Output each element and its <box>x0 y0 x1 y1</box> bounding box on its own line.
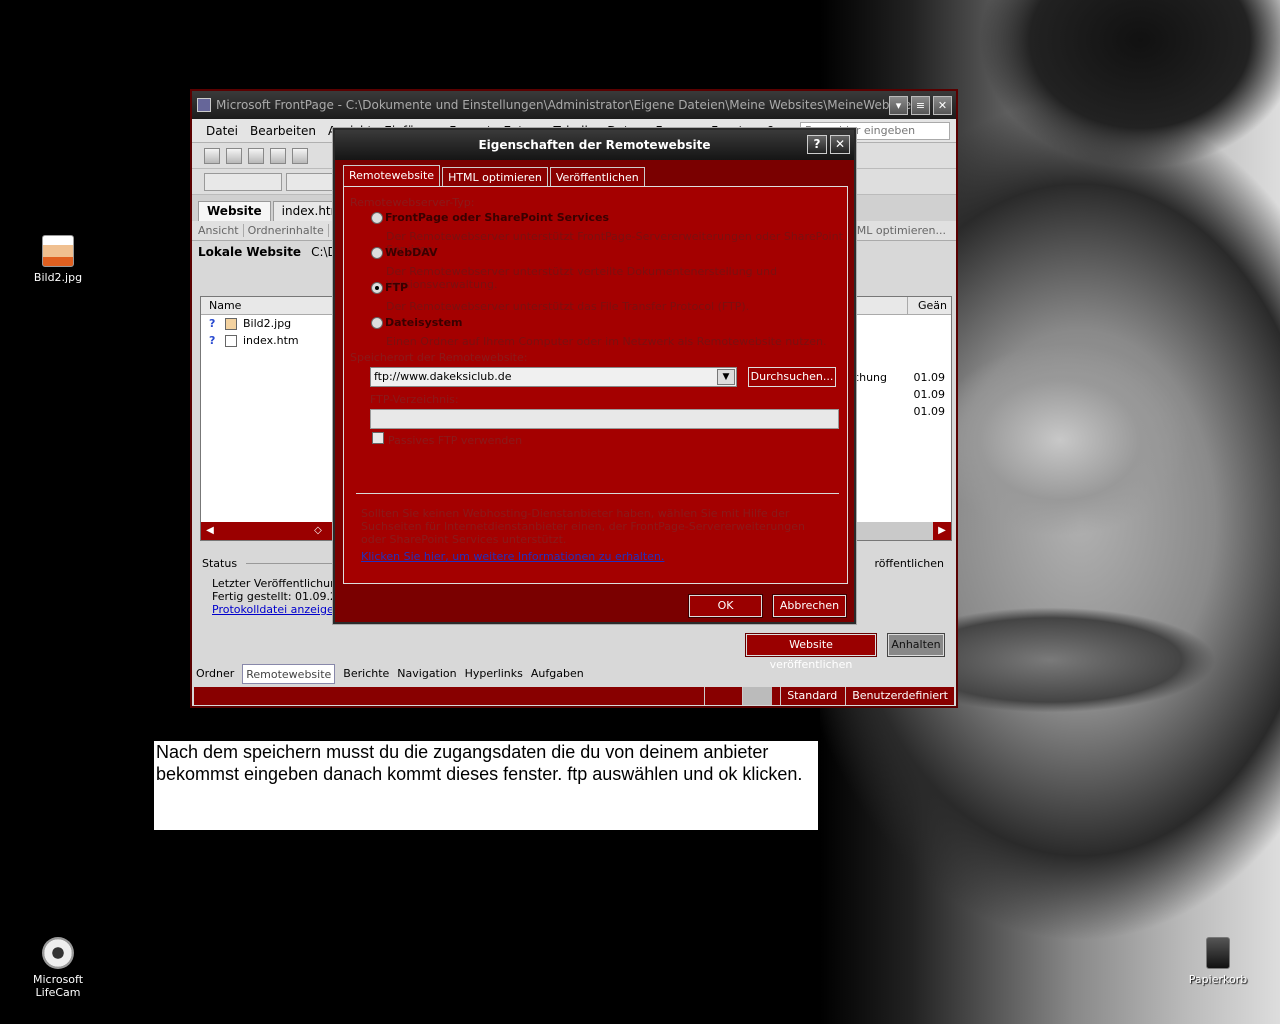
radio-filesystem[interactable] <box>371 317 383 329</box>
more-info-link[interactable]: Klicken Sie hier, um weitere Information… <box>361 550 664 563</box>
hosting-info-text: Sollten Sie keinen Webhosting-Dienstanbi… <box>361 507 805 546</box>
statusbar-indicator <box>742 687 773 705</box>
wallpaper-hair-image <box>940 0 1280 250</box>
tab-html-optimieren[interactable]: HTML optimieren <box>442 167 548 186</box>
image-file-icon <box>225 317 237 330</box>
view-bar-ordnerinhalte[interactable]: Ordnerinhalte <box>248 224 329 237</box>
cell-value: 01.09 <box>913 405 946 418</box>
cancel-button[interactable]: Abbrechen <box>772 594 847 618</box>
find-icon[interactable] <box>270 147 286 164</box>
ftp-directory-input[interactable] <box>370 409 839 429</box>
option-label: FTP <box>385 281 409 294</box>
dialog-divider <box>356 493 839 494</box>
webcam-icon <box>42 937 74 969</box>
maximize-button[interactable]: ≡ <box>911 96 930 115</box>
close-button[interactable]: ✕ <box>830 135 850 154</box>
publish-website-button[interactable]: Website veröffentlichen <box>745 633 877 671</box>
statusbar-custom: Benutzerdefiniert <box>845 687 948 705</box>
recycle-bin-icon <box>1206 937 1230 969</box>
file-name: Bild2.jpg <box>243 317 292 330</box>
desktop-icon-label: Bild2.jpg <box>33 271 83 284</box>
option-description: Der Remotewebserver unterstützt das File… <box>386 300 750 313</box>
desktop-icon-label: Papierkorb <box>1188 973 1248 986</box>
ftp-directory-label: FTP-Verzeichnis: <box>370 393 459 406</box>
statusbar-standard: Standard <box>780 687 837 705</box>
remote-website-properties-dialog: Eigenschaften der Remotewebsite ? ✕ Remo… <box>332 127 857 625</box>
radio-ftp[interactable] <box>371 282 383 294</box>
chevron-down-icon[interactable]: ▼ <box>717 369 735 385</box>
browse-button[interactable]: Durchsuchen... <box>748 367 836 387</box>
statusbar-blank <box>704 687 734 705</box>
status-question-icon: ? <box>209 334 216 347</box>
view-navigation[interactable]: Navigation <box>397 664 456 684</box>
option-label: Dateisystem <box>385 316 463 329</box>
stop-button[interactable]: Anhalten <box>887 633 945 657</box>
desktop-icon-label: Microsoft LifeCam <box>32 973 84 999</box>
local-site-label: Lokale Website <box>198 245 302 259</box>
status-bar: Standard Benutzerdefiniert <box>194 687 954 705</box>
view-folders[interactable]: Ordner <box>196 664 234 684</box>
tutorial-caption: Nach dem speichern musst du die zugangsd… <box>154 741 818 830</box>
option-label: WebDAV <box>385 246 438 259</box>
tab-website[interactable]: Website <box>198 201 271 221</box>
dialog-tabs: Remotewebsite HTML optimieren Veröffentl… <box>343 165 645 186</box>
frontpage-app-icon <box>197 98 211 112</box>
scroll-right-icon[interactable]: ▶ <box>933 522 951 540</box>
font-select[interactable] <box>286 172 336 191</box>
passive-ftp-label: Passives FTP verwenden <box>388 434 523 447</box>
desktop-icon-lifecam[interactable]: Microsoft LifeCam <box>13 937 103 999</box>
view-remote-website[interactable]: Remotewebsite <box>242 664 336 684</box>
passive-ftp-checkbox[interactable] <box>372 432 384 444</box>
menu-datei[interactable]: Datei <box>206 124 238 138</box>
jpg-file-icon <box>42 235 74 267</box>
cell-value: 01.09 <box>913 371 946 384</box>
column-header-modified[interactable]: Geän <box>906 297 947 314</box>
view-reports[interactable]: Berichte <box>343 664 389 684</box>
ok-button[interactable]: OK <box>688 594 763 618</box>
column-header-name[interactable]: Name <box>209 299 241 312</box>
remote-website-panel: Remotewebserver-Typ: FrontPage oder Shar… <box>343 186 848 584</box>
window-title: Microsoft FrontPage - C:\Dokumente und E… <box>216 98 912 112</box>
publish-section-label: röffentlichen <box>874 557 944 570</box>
save-icon[interactable] <box>248 147 264 164</box>
status-heading: Status <box>202 557 238 570</box>
style-select[interactable] <box>204 172 282 191</box>
desktop-icon-recycle-bin[interactable]: Papierkorb <box>1173 937 1263 986</box>
scroll-left-icon[interactable]: ◀ <box>201 522 219 540</box>
new-page-icon[interactable] <box>204 147 220 164</box>
view-tasks[interactable]: Aufgaben <box>531 664 584 684</box>
option-description: Der Remotewebserver unterstützt verteilt… <box>386 265 778 291</box>
dialog-title-bar[interactable]: Eigenschaften der Remotewebsite ? ✕ <box>335 130 854 160</box>
file-name: index.htm <box>243 334 299 347</box>
close-button[interactable]: ✕ <box>933 96 952 115</box>
window-title-bar[interactable]: Microsoft FrontPage - C:\Dokumente und E… <box>192 91 956 119</box>
desktop-icon-bild2[interactable]: Bild2.jpg <box>13 235 103 284</box>
publish-icon[interactable] <box>292 147 308 164</box>
status-question-icon: ? <box>209 317 216 330</box>
tab-veroeffentlichen[interactable]: Veröffentlichen <box>549 167 645 186</box>
help-button[interactable]: ? <box>807 135 827 154</box>
remote-location-value: ftp://www.dakeksiclub.de <box>374 370 512 383</box>
server-type-label: Remotewebserver-Typ: <box>350 196 475 209</box>
view-bar-html-optimieren[interactable]: HTML optimieren... <box>842 224 950 237</box>
tab-remotewebsite[interactable]: Remotewebsite <box>343 165 441 186</box>
view-switcher: Ordner Remotewebsite Berichte Navigation… <box>196 664 584 684</box>
option-description: Der Remotewebserver unterstützt FrontPag… <box>386 230 843 256</box>
remote-location-combobox[interactable]: ftp://www.dakeksiclub.de ▼ <box>370 367 737 387</box>
view-hyperlinks[interactable]: Hyperlinks <box>465 664 523 684</box>
minimize-button[interactable]: ▾ <box>889 96 908 115</box>
radio-frontpage-sharepoint[interactable] <box>371 212 383 224</box>
home-page-icon <box>225 334 237 347</box>
location-label: Speicherort der Remotewebsite: <box>350 351 528 364</box>
open-folder-icon[interactable] <box>226 147 242 164</box>
option-description: Einen Ordner auf Ihrem Computer oder im … <box>386 335 827 348</box>
option-label: FrontPage oder SharePoint Services <box>385 211 610 224</box>
dialog-title: Eigenschaften der Remotewebsite <box>478 138 711 152</box>
view-bar-ansicht[interactable]: Ansicht <box>198 224 244 237</box>
radio-webdav[interactable] <box>371 247 383 259</box>
cell-value: 01.09 <box>913 388 946 401</box>
menu-bearbeiten[interactable]: Bearbeiten <box>250 124 316 138</box>
status-divider <box>246 563 346 564</box>
